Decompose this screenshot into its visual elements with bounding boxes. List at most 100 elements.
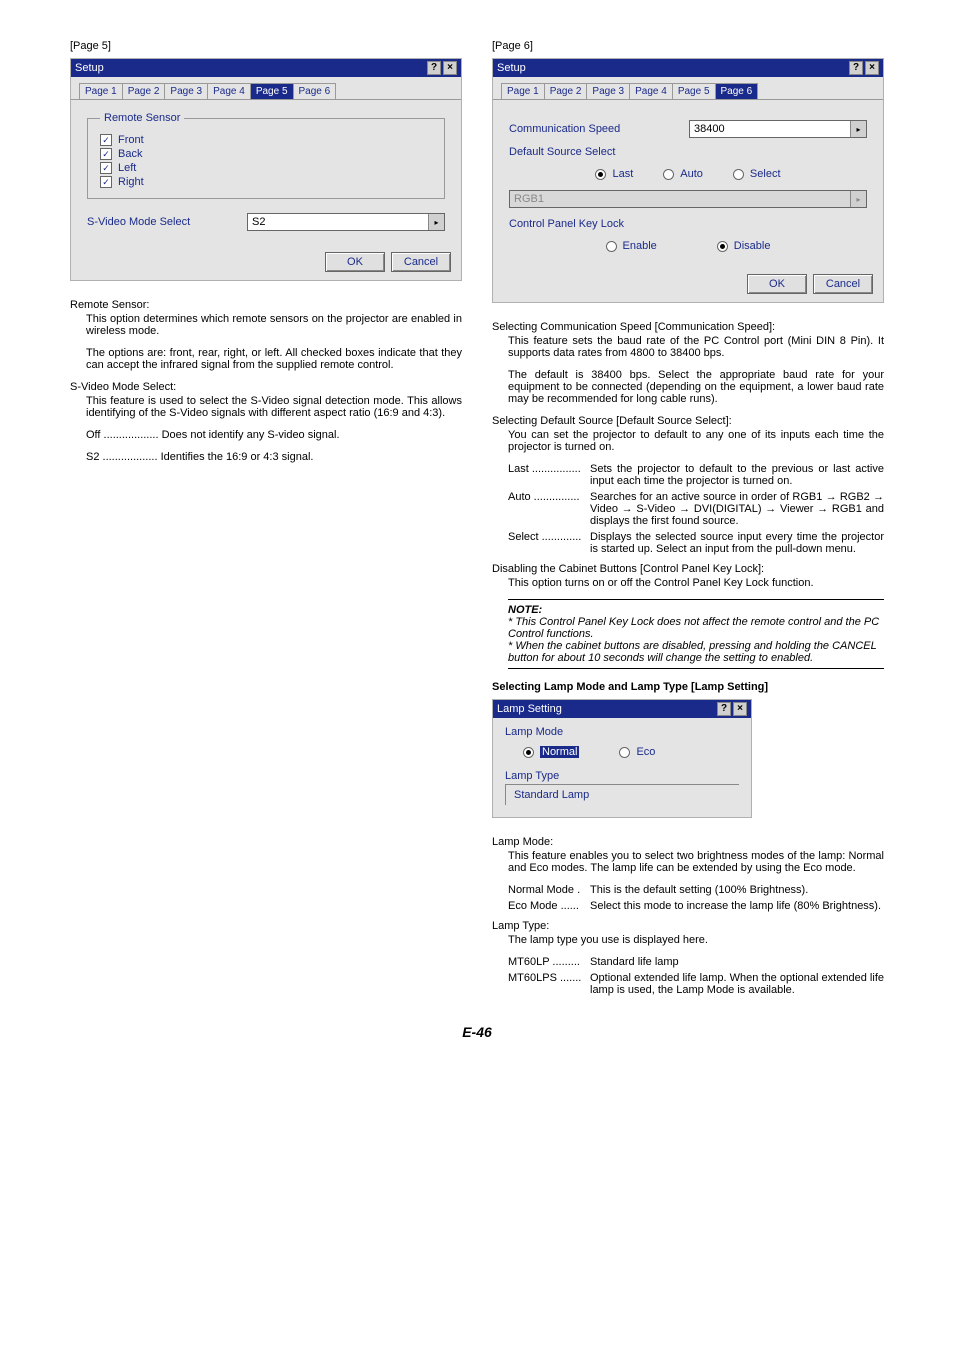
- commspeed-value: 38400: [694, 123, 725, 135]
- radio-disable-label: Disable: [734, 240, 771, 252]
- dialog-title: Lamp Setting: [497, 703, 562, 715]
- cancel-button[interactable]: Cancel: [391, 252, 451, 272]
- def-term: MT60LP .........: [508, 956, 590, 968]
- para: This option determines which remote sens…: [86, 313, 462, 337]
- cancel-button[interactable]: Cancel: [813, 274, 873, 294]
- lamptype-value: Standard Lamp: [505, 784, 739, 805]
- def-term: Last ................: [508, 463, 590, 487]
- def-desc: Sets the projector to default to the pre…: [590, 463, 884, 487]
- help-icon[interactable]: ?: [717, 702, 731, 716]
- ok-button[interactable]: OK: [325, 252, 385, 272]
- def-desc: This is the default setting (100% Bright…: [590, 884, 884, 896]
- tab-page3[interactable]: Page 3: [586, 83, 630, 99]
- source-value: RGB1: [514, 193, 544, 205]
- svideo-label: S-Video Mode Select: [87, 216, 247, 228]
- def-term: Select .............: [508, 531, 590, 555]
- lampmode-label: Lamp Mode: [505, 726, 739, 738]
- titlebar: Setup ? ×: [71, 59, 461, 77]
- radio-auto[interactable]: [663, 169, 674, 180]
- para: This feature sets the baud rate of the P…: [508, 335, 884, 359]
- tab-page6[interactable]: Page 6: [715, 83, 759, 99]
- para: The lamp type you use is displayed here.: [508, 934, 884, 946]
- checkbox-back-label: Back: [118, 148, 142, 160]
- def-desc: Standard life lamp: [590, 956, 884, 968]
- tabs: Page 1 Page 2 Page 3 Page 4 Page 5 Page …: [71, 77, 461, 100]
- close-icon[interactable]: ×: [443, 61, 457, 75]
- ok-button[interactable]: OK: [747, 274, 807, 294]
- tab-page3[interactable]: Page 3: [164, 83, 208, 99]
- heading-lampmode: Lamp Mode:: [492, 836, 884, 848]
- help-icon[interactable]: ?: [849, 61, 863, 75]
- tab-page1[interactable]: Page 1: [501, 83, 545, 99]
- radio-normal-label: Normal: [540, 746, 579, 758]
- remote-sensor-fieldset: Remote Sensor ✓Front ✓Back ✓Left ✓Right: [87, 112, 445, 199]
- heading-svideo: S-Video Mode Select:: [70, 381, 462, 393]
- para: This feature is used to select the S-Vid…: [86, 395, 462, 419]
- radio-eco[interactable]: [619, 747, 630, 758]
- source-select: RGB1 ▸: [509, 190, 867, 208]
- heading-remote-sensor: Remote Sensor:: [70, 299, 462, 311]
- chevron-down-icon: ▸: [428, 214, 444, 230]
- tab-page4[interactable]: Page 4: [207, 83, 251, 99]
- def-term: Auto ...............: [508, 491, 590, 527]
- help-icon[interactable]: ?: [427, 61, 441, 75]
- radio-select[interactable]: [733, 169, 744, 180]
- page5-label: [Page 5]: [70, 40, 462, 52]
- radio-last-label: Last: [612, 168, 633, 180]
- def-desc: Searches for an active source in order o…: [590, 491, 884, 527]
- radio-auto-label: Auto: [680, 168, 703, 180]
- chevron-down-icon: ▸: [850, 191, 866, 207]
- tab-page6[interactable]: Page 6: [293, 83, 337, 99]
- dialog-title: Setup: [497, 62, 526, 74]
- lamptype-label: Lamp Type: [505, 770, 739, 782]
- checkbox-back[interactable]: ✓: [100, 148, 112, 160]
- page-number: E-46: [70, 1024, 884, 1040]
- def-desc: Optional extended life lamp. When the op…: [590, 972, 884, 996]
- heading-defsrc: Selecting Default Source [Default Source…: [492, 415, 884, 427]
- panel-lock-label: Control Panel Key Lock: [509, 218, 867, 230]
- setup-page6-dialog: Setup ? × Page 1 Page 2 Page 3 Page 4 Pa…: [492, 58, 884, 303]
- tab-page2[interactable]: Page 2: [544, 83, 588, 99]
- tab-page5[interactable]: Page 5: [672, 83, 716, 99]
- fieldset-legend: Remote Sensor: [100, 112, 184, 124]
- checkbox-front[interactable]: ✓: [100, 134, 112, 146]
- commspeed-label: Communication Speed: [509, 123, 689, 135]
- checkbox-right-label: Right: [118, 176, 144, 188]
- setup-page5-dialog: Setup ? × Page 1 Page 2 Page 3 Page 4 Pa…: [70, 58, 462, 281]
- tab-page2[interactable]: Page 2: [122, 83, 166, 99]
- note-line: * This Control Panel Key Lock does not a…: [508, 616, 884, 640]
- svideo-select[interactable]: S2 ▸: [247, 213, 445, 231]
- svideo-value: S2: [252, 216, 265, 228]
- tab-page5[interactable]: Page 5: [250, 83, 294, 99]
- def-term: MT60LPS .......: [508, 972, 590, 996]
- para: The options are: front, rear, right, or …: [86, 347, 462, 371]
- radio-enable-label: Enable: [623, 240, 657, 252]
- heading-panellock: Disabling the Cabinet Buttons [Control P…: [492, 563, 884, 575]
- radio-last[interactable]: [595, 169, 606, 180]
- commspeed-select[interactable]: 38400 ▸: [689, 120, 867, 138]
- note-line: * When the cabinet buttons are disabled,…: [508, 640, 884, 664]
- radio-normal[interactable]: [523, 747, 534, 758]
- def-desc: Select this mode to increase the lamp li…: [590, 900, 884, 912]
- para: This feature enables you to select two b…: [508, 850, 884, 874]
- heading-commspeed: Selecting Communication Speed [Communica…: [492, 321, 884, 333]
- close-icon[interactable]: ×: [733, 702, 747, 716]
- checkbox-right[interactable]: ✓: [100, 176, 112, 188]
- checkbox-left-label: Left: [118, 162, 136, 174]
- def-s2: S2 .................. Identifies the 16:…: [86, 451, 462, 463]
- tab-page1[interactable]: Page 1: [79, 83, 123, 99]
- para: This option turns on or off the Control …: [508, 577, 884, 589]
- dialog-title: Setup: [75, 62, 104, 74]
- tab-page4[interactable]: Page 4: [629, 83, 673, 99]
- def-term: Eco Mode ......: [508, 900, 590, 912]
- close-icon[interactable]: ×: [865, 61, 879, 75]
- radio-select-label: Select: [750, 168, 781, 180]
- titlebar: Setup ? ×: [493, 59, 883, 77]
- lamp-setting-dialog: Lamp Setting ? × Lamp Mode Normal Eco La…: [492, 699, 752, 818]
- radio-eco-label: Eco: [636, 746, 655, 758]
- checkbox-left[interactable]: ✓: [100, 162, 112, 174]
- radio-enable[interactable]: [606, 241, 617, 252]
- radio-disable[interactable]: [717, 241, 728, 252]
- defsrc-label: Default Source Select: [509, 146, 867, 158]
- titlebar: Lamp Setting ? ×: [493, 700, 751, 718]
